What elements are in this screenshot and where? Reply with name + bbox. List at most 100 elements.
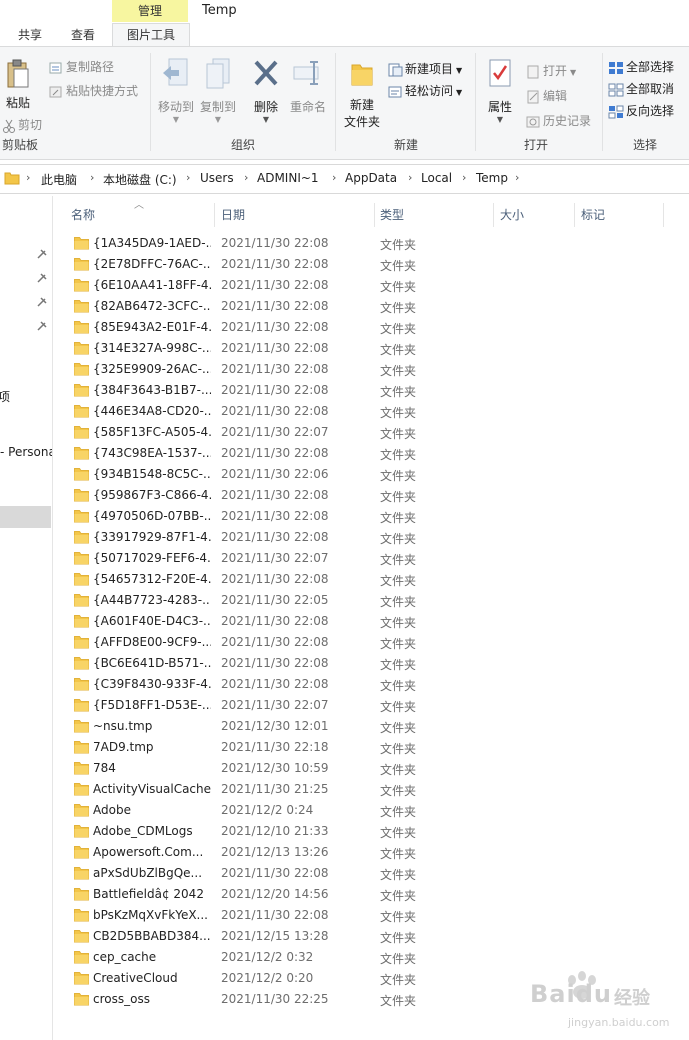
file-row[interactable]: {82AB6472-3CFC-... 2021/11/30 22:08 文件夹 xyxy=(56,296,676,317)
file-row[interactable]: Battlefieldâ¢ 2042 2021/12/20 14:56 文件夹 xyxy=(56,884,676,905)
file-row[interactable]: {934B1548-8C5C-... 2021/11/30 22:06 文件夹 xyxy=(56,464,676,485)
select-group: 全部选择 全部取消 反向选择 选择 xyxy=(604,51,689,155)
invert-selection-button[interactable]: 反向选择 xyxy=(608,101,674,121)
copy-to-button[interactable]: 复制到 ▼ xyxy=(198,57,238,124)
file-row[interactable]: {959867F3-C866-4... 2021/11/30 22:08 文件夹 xyxy=(56,485,676,506)
breadcrumb-chevron-icon[interactable]: › xyxy=(515,171,519,184)
file-row[interactable]: bPsKzMqXvFkYeX... 2021/11/30 22:08 文件夹 xyxy=(56,905,676,926)
column-divider[interactable] xyxy=(663,203,664,227)
file-row[interactable]: {4970506D-07BB-... 2021/11/30 22:08 文件夹 xyxy=(56,506,676,527)
file-row[interactable]: {50717029-FEF6-4... 2021/11/30 22:07 文件夹 xyxy=(56,548,676,569)
new-folder-button[interactable]: 新建 文件夹 xyxy=(341,57,383,130)
column-header-name[interactable]: 名称 xyxy=(71,203,211,227)
folder-icon xyxy=(74,405,89,418)
breadcrumb-chevron-icon[interactable]: › xyxy=(90,171,94,184)
column-header-tags[interactable]: 标记 xyxy=(581,203,661,227)
file-row[interactable]: cep_cache 2021/12/2 0:32 文件夹 xyxy=(56,947,676,968)
file-row[interactable]: Adobe_CDMLogs 2021/12/10 21:33 文件夹 xyxy=(56,821,676,842)
file-row[interactable]: ActivityVisualCache 2021/11/30 21:25 文件夹 xyxy=(56,779,676,800)
breadcrumb-appdata[interactable]: AppData xyxy=(345,171,397,185)
file-row[interactable]: {A601F40E-D4C3-... 2021/11/30 22:08 文件夹 xyxy=(56,611,676,632)
open-button[interactable]: 打开 ▼ xyxy=(525,61,576,81)
breadcrumb-chevron-icon[interactable]: › xyxy=(408,171,412,184)
file-row[interactable]: aPxSdUbZlBgQe... 2021/11/30 22:08 文件夹 xyxy=(56,863,676,884)
file-row[interactable]: {446E34A8-CD20-... 2021/11/30 22:08 文件夹 xyxy=(56,401,676,422)
file-row[interactable]: {85E943A2-E01F-4... 2021/11/30 22:08 文件夹 xyxy=(56,317,676,338)
file-row[interactable]: ~nsu.tmp 2021/12/30 12:01 文件夹 xyxy=(56,716,676,737)
file-row[interactable]: {585F13FC-A505-4... 2021/11/30 22:07 文件夹 xyxy=(56,422,676,443)
file-name: aPxSdUbZlBgQe... xyxy=(93,866,203,880)
breadcrumb-chevron-icon[interactable]: › xyxy=(186,171,190,184)
file-row[interactable]: {C39F8430-933F-4... 2021/11/30 22:08 文件夹 xyxy=(56,674,676,695)
copy-path-button[interactable]: 复制路径 xyxy=(48,57,114,77)
file-row[interactable]: 784 2021/12/30 10:59 文件夹 xyxy=(56,758,676,779)
file-row[interactable]: {314E327A-998C-... 2021/11/30 22:08 文件夹 xyxy=(56,338,676,359)
column-header-type[interactable]: 类型 xyxy=(380,203,490,227)
file-row[interactable]: {A44B7723-4283-... 2021/11/30 22:05 文件夹 xyxy=(56,590,676,611)
pin-icon[interactable] xyxy=(36,272,48,284)
pin-icon[interactable] xyxy=(36,248,48,260)
column-divider[interactable] xyxy=(493,203,494,227)
file-row[interactable]: {54657312-F20E-4... 2021/11/30 22:08 文件夹 xyxy=(56,569,676,590)
file-date: 2021/11/30 21:25 xyxy=(221,782,329,796)
delete-button[interactable]: 删除 ▼ xyxy=(248,57,284,124)
select-all-button[interactable]: 全部选择 xyxy=(608,57,674,77)
breadcrumb-users[interactable]: Users xyxy=(200,171,234,185)
breadcrumb-chevron-icon[interactable]: › xyxy=(332,171,336,184)
move-to-button[interactable]: 移动到 ▼ xyxy=(156,57,196,124)
file-row[interactable]: {6E10AA41-18FF-4... 2021/11/30 22:08 文件夹 xyxy=(56,275,676,296)
breadcrumb-chevron-icon[interactable]: › xyxy=(462,171,466,184)
easy-access-button[interactable]: 轻松访问 ▼ xyxy=(387,81,462,101)
breadcrumb-chevron-icon[interactable]: › xyxy=(244,171,248,184)
breadcrumb-local-disk[interactable]: 本地磁盘 (C:) xyxy=(103,171,177,188)
tab-share[interactable]: 共享 xyxy=(8,24,52,46)
nav-selected-item[interactable] xyxy=(0,506,51,528)
column-divider[interactable] xyxy=(574,203,575,227)
breadcrumb-temp[interactable]: Temp xyxy=(476,171,508,185)
column-header-size[interactable]: 大小 xyxy=(500,203,570,227)
paste-button[interactable]: 粘贴 xyxy=(2,59,34,111)
breadcrumb-this-pc[interactable]: 此电脑 xyxy=(41,171,77,188)
file-row[interactable]: Adobe 2021/12/2 0:24 文件夹 xyxy=(56,800,676,821)
select-none-button[interactable]: 全部取消 xyxy=(608,79,674,99)
address-bar[interactable]: › 此电脑 › 本地磁盘 (C:) › Users › ADMINI~1 › A… xyxy=(0,164,689,194)
pin-icon[interactable] xyxy=(36,296,48,308)
paste-shortcut-button[interactable]: 粘贴快捷方式 xyxy=(48,81,138,101)
cut-button[interactable]: 剪切 xyxy=(2,115,42,135)
file-row[interactable]: {384F3643-B1B7-... 2021/11/30 22:08 文件夹 xyxy=(56,380,676,401)
nav-item[interactable]: 项 xyxy=(0,388,10,405)
file-row[interactable]: {325E9909-26AC-... 2021/11/30 22:08 文件夹 xyxy=(56,359,676,380)
tab-picture-tools[interactable]: 图片工具 xyxy=(112,23,190,46)
edit-button[interactable]: 编辑 xyxy=(525,86,567,106)
select-all-label: 全部选择 xyxy=(626,60,675,74)
pin-icon[interactable] xyxy=(36,320,48,332)
rename-button[interactable]: 重命名 xyxy=(288,57,328,115)
tab-view[interactable]: 查看 xyxy=(60,24,106,46)
file-type: 文件夹 xyxy=(380,826,417,840)
history-button[interactable]: 历史记录 xyxy=(525,111,591,131)
easy-access-icon xyxy=(387,85,403,99)
properties-button[interactable]: 属性 ▼ xyxy=(481,57,519,124)
column-header-date[interactable]: 日期 xyxy=(221,203,371,227)
file-row[interactable]: {33917929-87F1-4... 2021/11/30 22:08 文件夹 xyxy=(56,527,676,548)
file-type: 文件夹 xyxy=(380,595,417,609)
breadcrumb-local[interactable]: Local xyxy=(421,171,452,185)
column-divider[interactable] xyxy=(214,203,215,227)
file-row[interactable]: {743C98EA-1537-... 2021/11/30 22:08 文件夹 xyxy=(56,443,676,464)
file-row[interactable]: 7AD9.tmp 2021/11/30 22:18 文件夹 xyxy=(56,737,676,758)
file-row[interactable]: {F5D18FF1-D53E-... 2021/11/30 22:07 文件夹 xyxy=(56,695,676,716)
folder-icon xyxy=(74,468,89,481)
file-row[interactable]: {AFFD8E00-9CF9-... 2021/11/30 22:08 文件夹 xyxy=(56,632,676,653)
nav-item[interactable]: - Persona xyxy=(0,445,52,459)
file-row[interactable]: {1A345DA9-1AED-... 2021/11/30 22:08 文件夹 xyxy=(56,233,676,254)
column-divider[interactable] xyxy=(374,203,375,227)
breadcrumb-admini[interactable]: ADMINI~1 xyxy=(257,171,319,185)
folder-icon xyxy=(74,489,89,502)
file-row[interactable]: Apowersoft.Com... 2021/12/13 13:26 文件夹 xyxy=(56,842,676,863)
file-row[interactable]: CB2D5BBABD384... 2021/12/15 13:28 文件夹 xyxy=(56,926,676,947)
file-row[interactable]: {2E78DFFC-76AC-... 2021/11/30 22:08 文件夹 xyxy=(56,254,676,275)
file-row[interactable]: {BC6E641D-B571-... 2021/11/30 22:08 文件夹 xyxy=(56,653,676,674)
file-name: Apowersoft.Com... xyxy=(93,845,204,859)
folder-icon xyxy=(74,426,89,439)
new-item-button[interactable]: 新建项目 ▼ xyxy=(387,59,462,79)
